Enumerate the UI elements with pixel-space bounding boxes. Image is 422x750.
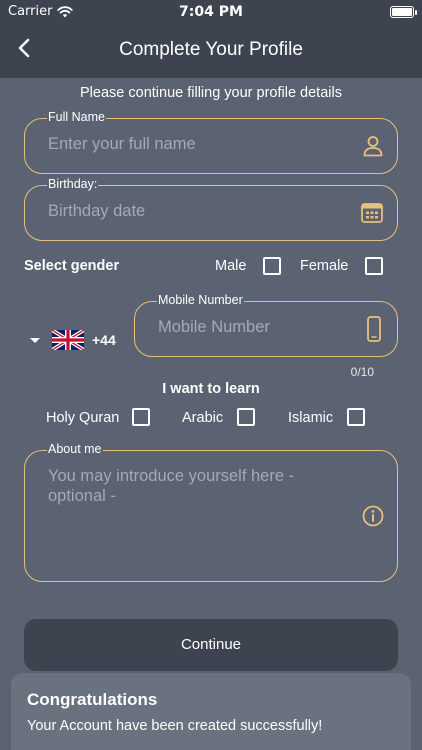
holy-quran-label: Holy Quran (46, 410, 120, 426)
nav-bar: Complete Your Profile (0, 30, 422, 70)
birthday-placeholder: Birthday date (48, 202, 146, 220)
caret-down-icon (30, 337, 40, 343)
status-bar: Carrier 7:04 PM (0, 0, 422, 24)
person-icon (363, 136, 383, 157)
full-name-label: Full Name (47, 110, 106, 124)
about-me-placeholder: You may introduce yourself here - option… (48, 467, 295, 505)
learn-label: I want to learn (162, 381, 260, 397)
continue-button[interactable]: Continue (24, 619, 398, 671)
country-code: +44 (92, 332, 116, 348)
page-subtitle: Please continue filling your profile det… (80, 85, 342, 101)
arabic-label: Arabic (182, 410, 224, 426)
toast-message: Your Account have been created successfu… (27, 718, 323, 734)
country-code-selector[interactable]: +44 (30, 330, 116, 350)
battery-icon (390, 6, 417, 18)
female-checkbox[interactable] (365, 257, 383, 275)
islamic-checkbox[interactable] (347, 408, 365, 426)
gender-label: Select gender (24, 258, 120, 274)
mobile-number-placeholder: Mobile Number (158, 318, 270, 336)
arabic-checkbox[interactable] (237, 408, 255, 426)
male-label: Male (215, 258, 247, 274)
holy-quran-checkbox[interactable] (132, 408, 150, 426)
islamic-label: Islamic (288, 410, 334, 426)
status-time: 7:04 PM (179, 4, 243, 20)
mobile-number-counter: 0/10 (350, 365, 374, 379)
calendar-icon (361, 203, 383, 223)
full-name-placeholder: Enter your full name (48, 135, 196, 153)
female-label: Female (300, 258, 349, 274)
birthday-label: Birthday: (47, 177, 99, 191)
mobile-number-label: Mobile Number (157, 293, 244, 307)
birthday-field[interactable]: Birthday: Birthday date (24, 177, 398, 241)
toast-title: Congratulations (27, 690, 158, 709)
about-me-label: About me (47, 442, 103, 456)
phone-icon (367, 316, 381, 342)
mobile-number-field[interactable]: Mobile Number Mobile Number (134, 293, 398, 357)
about-me-field[interactable]: About me You may introduce yourself here… (24, 442, 398, 582)
page-title: Complete Your Profile (119, 39, 303, 60)
uk-flag-icon (52, 330, 84, 350)
success-toast: Congratulations Your Account have been c… (11, 673, 411, 750)
male-checkbox[interactable] (263, 257, 281, 275)
full-name-field[interactable]: Full Name Enter your full name (24, 110, 398, 174)
info-icon (362, 505, 384, 527)
